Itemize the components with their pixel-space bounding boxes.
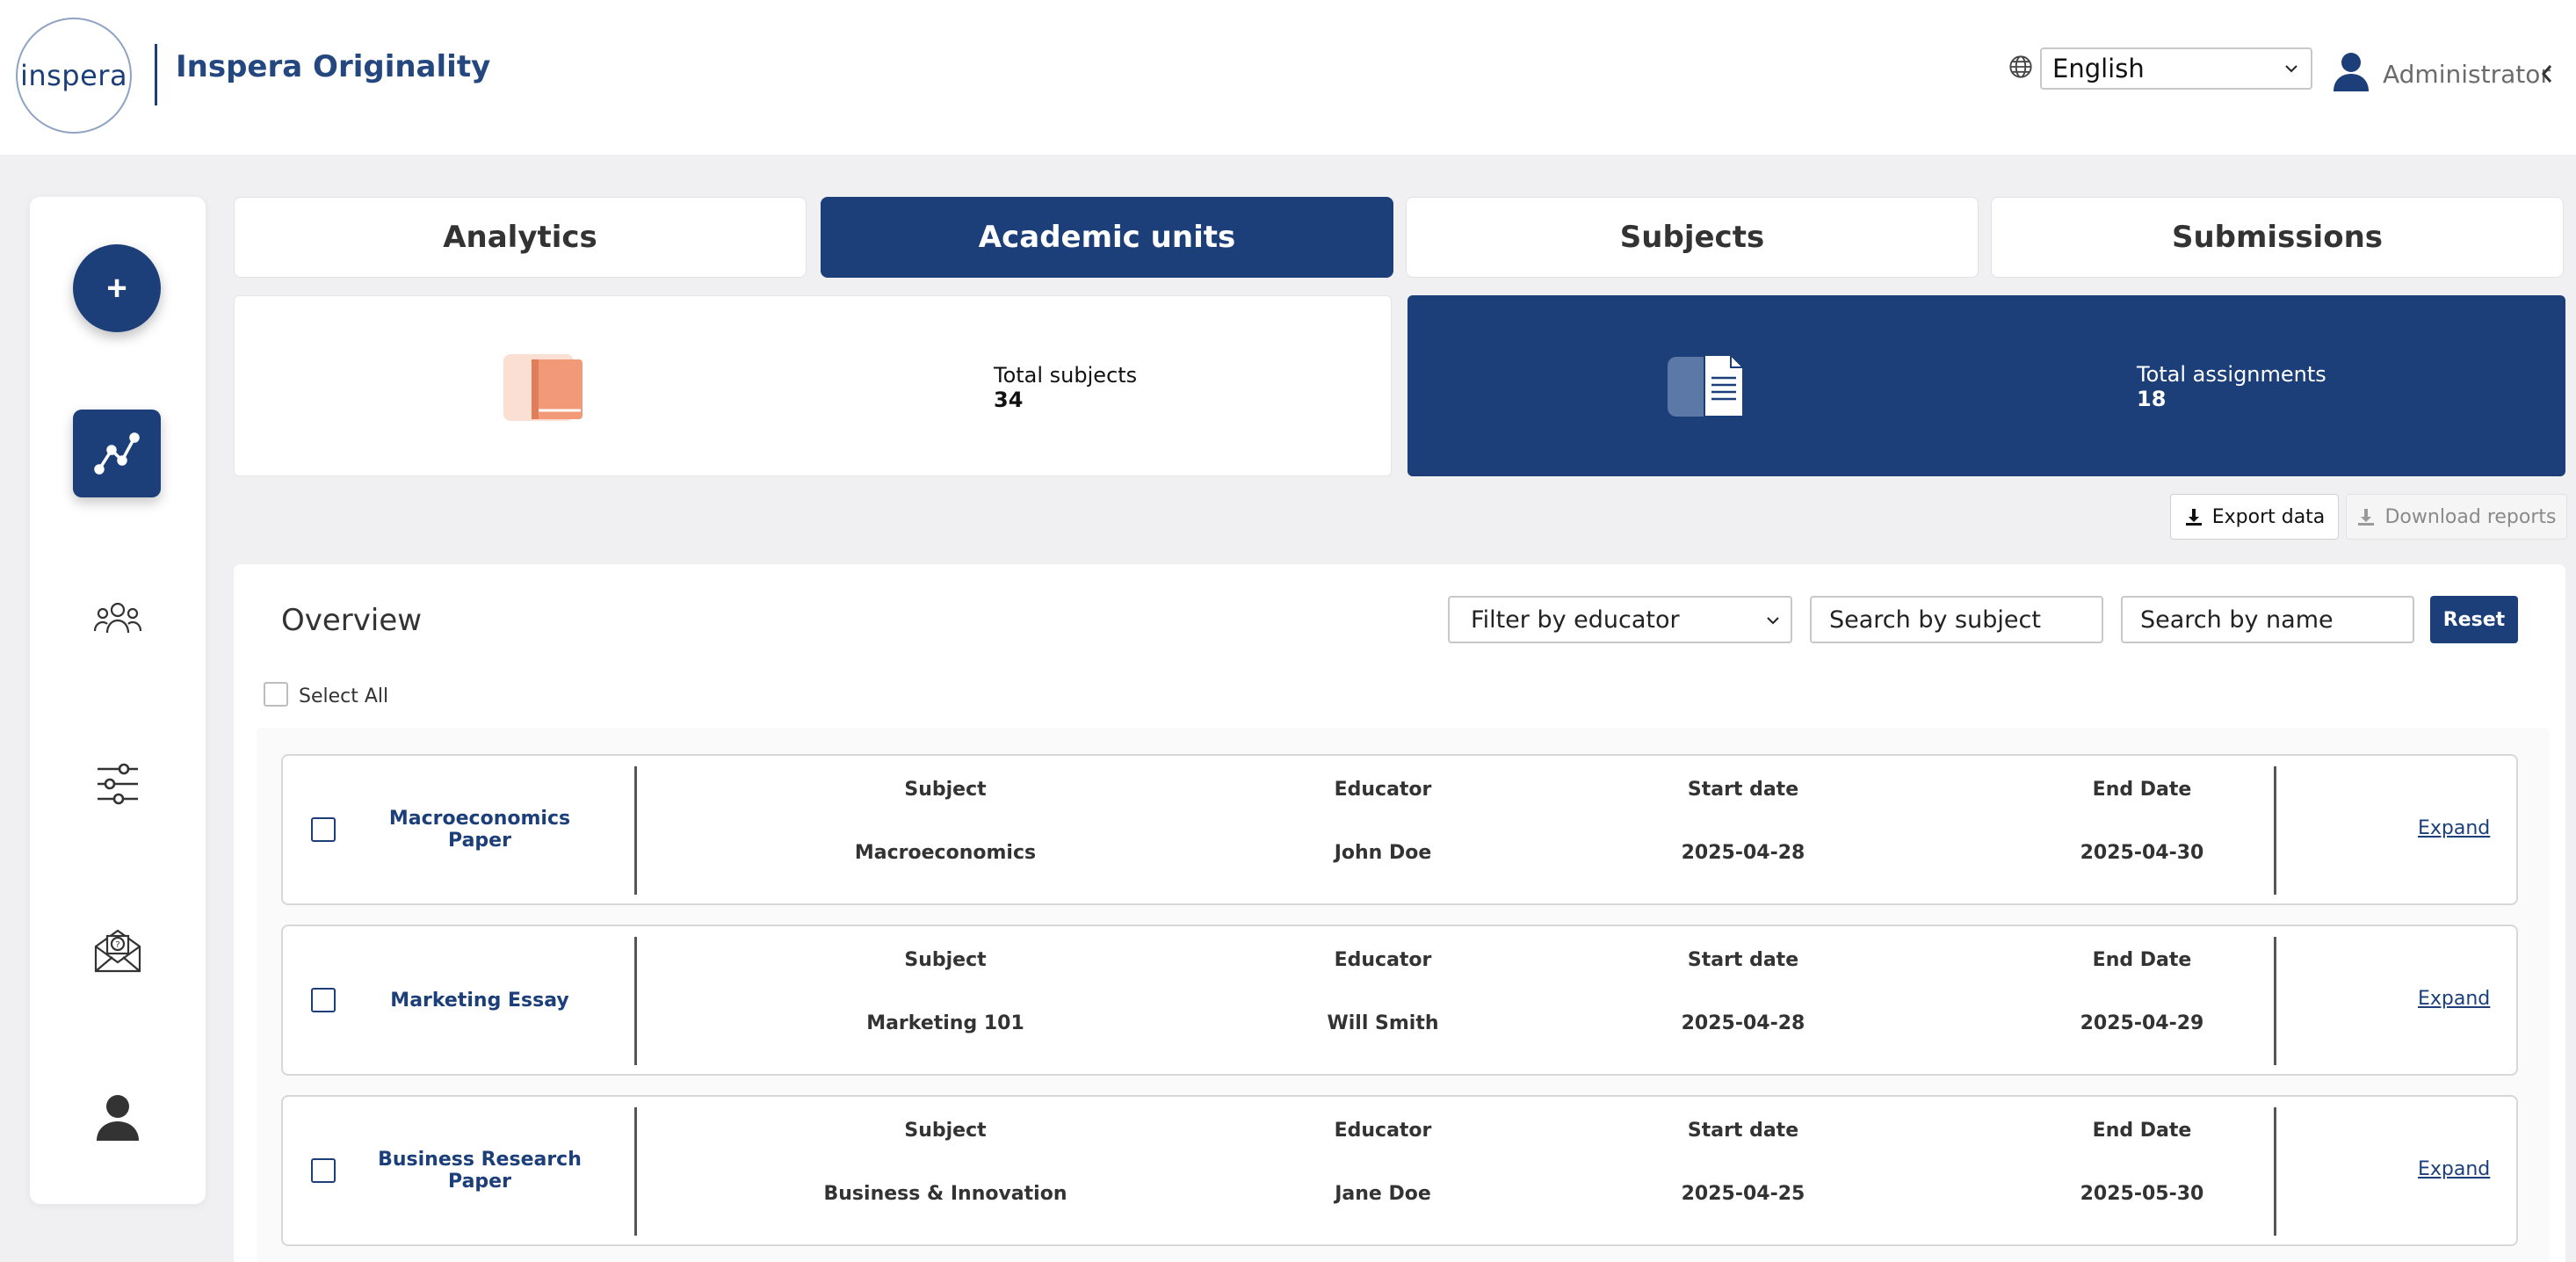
- total-assignments-value: 18: [2137, 387, 2167, 411]
- row-checkbox[interactable]: [311, 1158, 336, 1183]
- book-icon: [503, 354, 582, 421]
- sidebar: + ?: [30, 197, 206, 1204]
- assignment-name[interactable]: Business Research Paper: [357, 1097, 603, 1244]
- export-data-button[interactable]: Export data: [2170, 494, 2339, 540]
- analytics-chart-icon: [94, 432, 140, 475]
- start-date-header: Start date: [1687, 1120, 1799, 1142]
- total-subjects-value: 34: [994, 388, 1024, 412]
- row-divider: [634, 937, 637, 1065]
- select-all-label: Select All: [299, 685, 389, 707]
- tab-subjects[interactable]: Subjects: [1406, 197, 1979, 278]
- chevron-down-icon: [2285, 65, 2297, 73]
- total-subjects-card: Total subjects 34: [234, 295, 1392, 476]
- globe-icon: [2009, 55, 2032, 78]
- expand-link[interactable]: Expand: [2418, 817, 2490, 839]
- total-subjects-label: Total subjects: [994, 363, 1138, 388]
- download-reports-button[interactable]: Download reports: [2346, 494, 2567, 540]
- total-assignments-card: Total assignments 18: [1407, 295, 2565, 476]
- row-checkbox[interactable]: [311, 988, 336, 1012]
- start-date-header: Start date: [1687, 949, 1799, 971]
- download-icon: [2185, 509, 2202, 526]
- users-group-icon: [93, 602, 142, 634]
- user-icon[interactable]: [2332, 51, 2370, 93]
- row-divider: [634, 1107, 637, 1236]
- start-date-header: Start date: [1687, 779, 1799, 801]
- export-data-label: Export data: [2211, 505, 2326, 528]
- subject-value: Macroeconomics: [854, 842, 1037, 864]
- row-divider: [634, 766, 637, 895]
- select-all-checkbox[interactable]: [264, 682, 288, 707]
- language-select[interactable]: English: [2040, 47, 2312, 90]
- user-profile-icon: [97, 1095, 139, 1141]
- add-button[interactable]: +: [73, 244, 161, 332]
- expand-link[interactable]: Expand: [2418, 1158, 2490, 1180]
- svg-text:?: ?: [115, 940, 119, 950]
- analytics-nav-button[interactable]: [73, 410, 161, 497]
- subject-header: Subject: [904, 779, 987, 801]
- user-name[interactable]: Administrator: [2383, 60, 2551, 89]
- chevron-left-icon[interactable]: [2539, 63, 2555, 84]
- sliders-settings-icon: [98, 763, 138, 805]
- reset-button[interactable]: Reset: [2430, 596, 2518, 643]
- add-icon: +: [106, 268, 127, 308]
- tab-analytics[interactable]: Analytics: [234, 197, 807, 278]
- search-subject-input[interactable]: [1810, 596, 2103, 643]
- support-nav-button[interactable]: ?: [83, 916, 153, 986]
- educator-filter-value: Filter by educator: [1471, 606, 1680, 634]
- tab-submissions[interactable]: Submissions: [1991, 197, 2564, 278]
- users-nav-button[interactable]: [83, 584, 153, 654]
- start-date-value: 2025-04-25: [1681, 1183, 1805, 1205]
- subject-value: Marketing 101: [866, 1012, 1024, 1034]
- educator-filter-select[interactable]: Filter by educator: [1448, 596, 1792, 643]
- assignment-name[interactable]: Macroeconomics Paper: [357, 756, 603, 903]
- profile-nav-button[interactable]: [83, 1083, 153, 1153]
- tab-academic-units[interactable]: Academic units: [821, 197, 1393, 278]
- expand-link[interactable]: Expand: [2418, 988, 2490, 1010]
- assignment-name[interactable]: Marketing Essay: [357, 926, 603, 1074]
- start-date-value: 2025-04-28: [1681, 842, 1805, 864]
- end-date-header: End Date: [2092, 1120, 2192, 1142]
- end-date-value: 2025-05-30: [2080, 1183, 2204, 1205]
- language-selected: English: [2052, 54, 2145, 83]
- download-icon: [2358, 509, 2375, 526]
- subject-value: Business & Innovation: [823, 1183, 1067, 1205]
- total-assignments-label: Total assignments: [2137, 362, 2326, 387]
- row-checkbox[interactable]: [311, 817, 336, 842]
- logo-divider: [155, 44, 157, 105]
- top-header: inspera Inspera Originality English Admi…: [0, 0, 2576, 155]
- inspera-logo: inspera: [16, 18, 132, 134]
- start-date-value: 2025-04-28: [1681, 1012, 1805, 1034]
- educator-header: Educator: [1334, 1120, 1432, 1142]
- table-row: Marketing Essay Subject Marketing 101 Ed…: [281, 925, 2518, 1076]
- row-divider: [2274, 937, 2276, 1065]
- end-date-value: 2025-04-30: [2080, 842, 2204, 864]
- educator-value: Jane Doe: [1335, 1183, 1431, 1205]
- overview-panel: Overview Filter by educator Reset Select…: [234, 564, 2565, 1262]
- educator-value: John Doe: [1334, 842, 1432, 864]
- search-name-input[interactable]: [2121, 596, 2414, 643]
- row-divider: [2274, 1107, 2276, 1236]
- document-icon: [1668, 354, 1744, 417]
- logo-text: inspera: [19, 59, 128, 92]
- educator-header: Educator: [1334, 949, 1432, 971]
- educator-value: Will Smith: [1327, 1012, 1439, 1034]
- download-reports-label: Download reports: [2384, 505, 2557, 528]
- subject-header: Subject: [904, 1120, 987, 1142]
- row-divider: [2274, 766, 2276, 895]
- subject-header: Subject: [904, 949, 987, 971]
- end-date-header: End Date: [2092, 779, 2192, 801]
- overview-title: Overview: [281, 603, 423, 638]
- settings-nav-button[interactable]: [83, 749, 153, 819]
- chevron-down-icon: [1767, 617, 1779, 625]
- end-date-header: End Date: [2092, 949, 2192, 971]
- table-row: Business Research Paper Subject Business…: [281, 1095, 2518, 1246]
- brand-title: Inspera Originality: [176, 49, 491, 84]
- table-row: Macroeconomics Paper Subject Macroeconom…: [281, 754, 2518, 905]
- educator-header: Educator: [1334, 779, 1432, 801]
- end-date-value: 2025-04-29: [2080, 1012, 2204, 1034]
- mail-question-icon: ?: [94, 929, 141, 973]
